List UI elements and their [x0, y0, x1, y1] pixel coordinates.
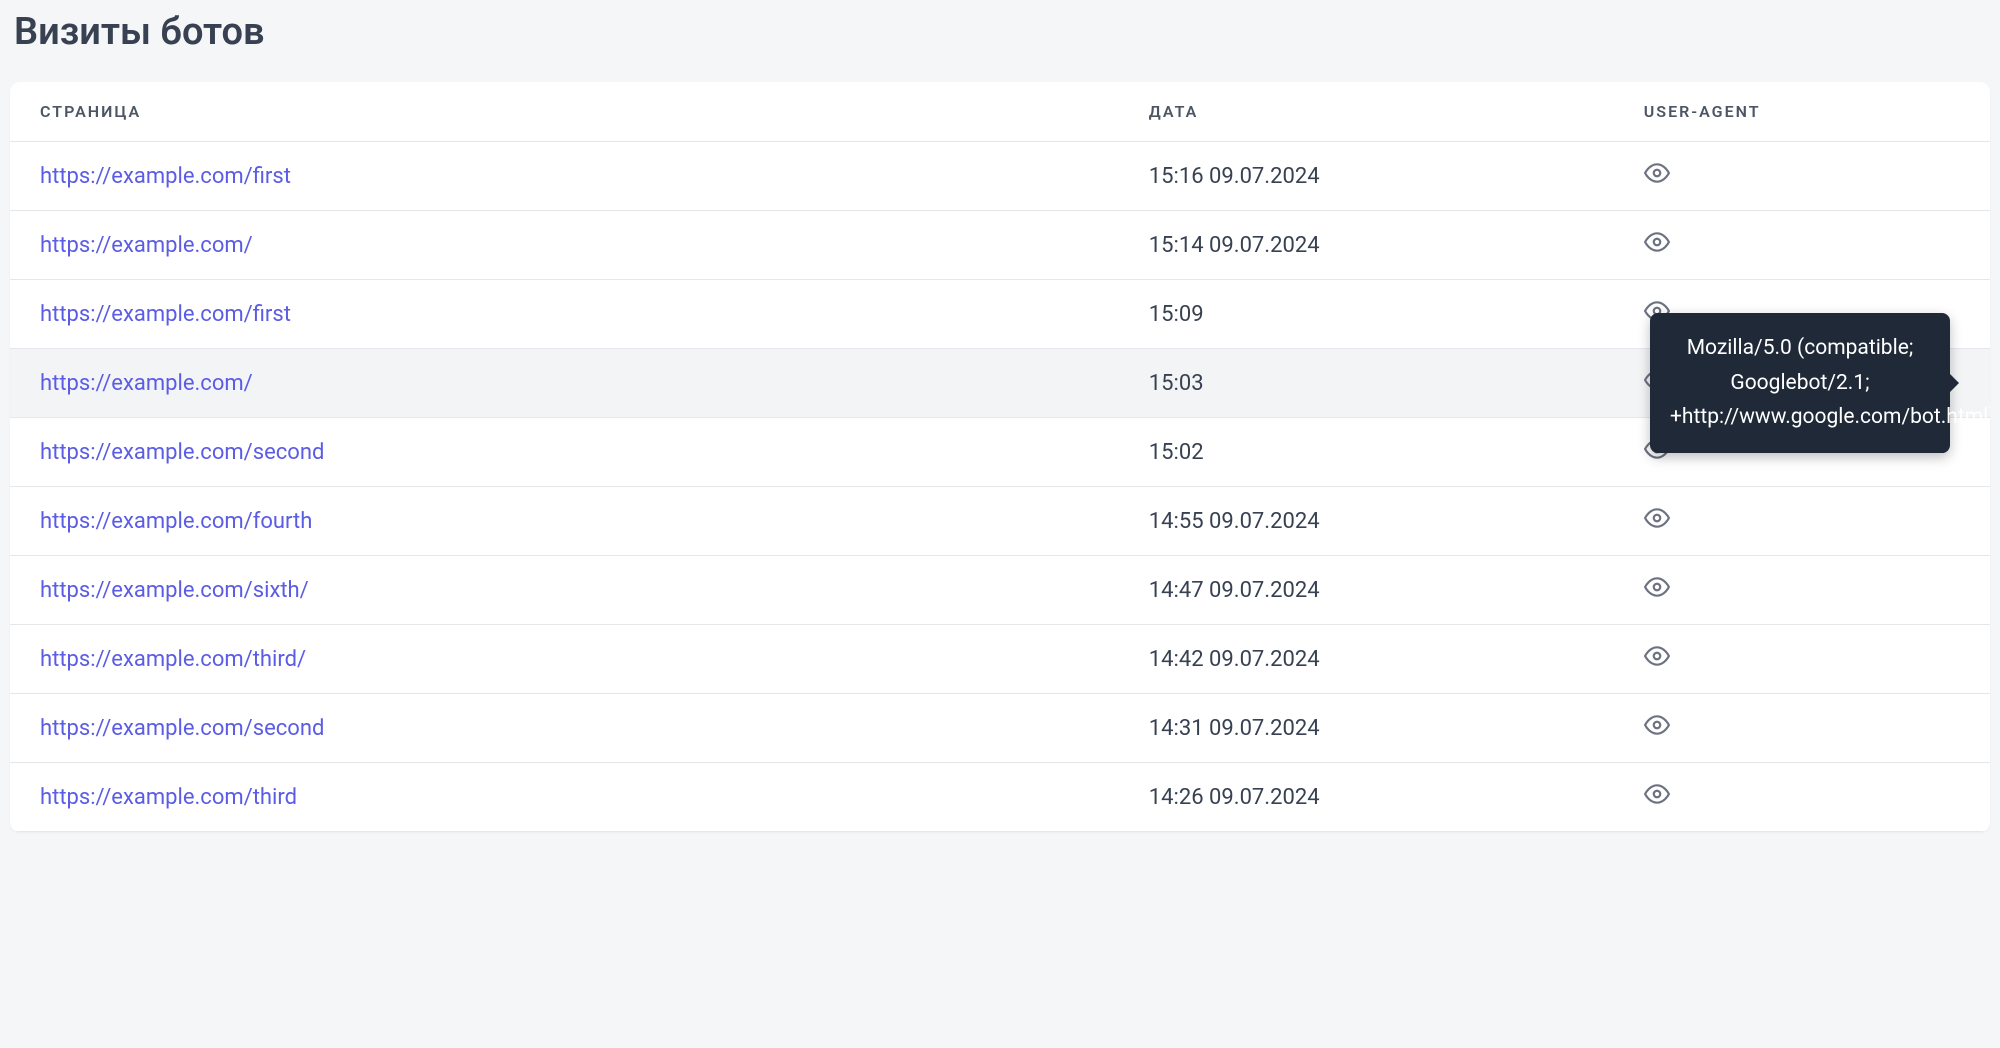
- column-header-user-agent: User-agent: [1614, 82, 1990, 142]
- page-link[interactable]: https://example.com/fourth: [40, 509, 312, 534]
- table-row: https://example.com/15:14 09.07.2024: [10, 211, 1990, 280]
- date-value: 15:09: [1119, 280, 1614, 349]
- table-row: https://example.com/sixth/14:47 09.07.20…: [10, 556, 1990, 625]
- table-row: https://example.com/second 14:31 09.07.20…: [10, 694, 1990, 763]
- eye-icon[interactable]: [1644, 505, 1670, 531]
- eye-icon[interactable]: [1644, 160, 1670, 186]
- user-agent-tooltip: Mozilla/5.0 (compatible; Googlebot/2.1; …: [1650, 313, 1950, 453]
- table-row: https://example.com/15:03Mozilla/5.0 (co…: [10, 349, 1990, 418]
- table-row: https://example.com/fourth 14:55 09.07.20…: [10, 487, 1990, 556]
- table-row: https://example.com/third/14:42 09.07.20…: [10, 625, 1990, 694]
- eye-icon[interactable]: [1644, 229, 1670, 255]
- page-link[interactable]: https://example.com/: [40, 233, 253, 258]
- date-value: 15:14 09.07.2024: [1119, 211, 1614, 280]
- column-header-date: Дата: [1119, 82, 1614, 142]
- date-value: 14:42 09.07.2024: [1119, 625, 1614, 694]
- column-header-page: Страница: [10, 82, 1119, 142]
- eye-icon[interactable]: [1644, 712, 1670, 738]
- date-value: 15:16 09.07.2024: [1119, 142, 1614, 211]
- date-value: 14:47 09.07.2024: [1119, 556, 1614, 625]
- bot-visits-table: Страница Дата User-agent https://example…: [10, 82, 1990, 832]
- table-row: https://example.com/first 15:16 09.07.202…: [10, 142, 1990, 211]
- date-value: 14:31 09.07.2024: [1119, 694, 1614, 763]
- page-link[interactable]: https://example.com/: [40, 371, 253, 396]
- page-link[interactable]: https://example.com/second: [40, 440, 324, 465]
- date-value: 14:26 09.07.2024: [1119, 763, 1614, 832]
- page-link[interactable]: https://example.com/first: [40, 164, 291, 189]
- date-value: 14:55 09.07.2024: [1119, 487, 1614, 556]
- page-link[interactable]: https://example.com/sixth/: [40, 578, 309, 603]
- page-link[interactable]: https://example.com/third/: [40, 647, 306, 672]
- eye-icon[interactable]: [1644, 574, 1670, 600]
- page-link[interactable]: https://example.com/first: [40, 302, 291, 327]
- date-value: 15:02: [1119, 418, 1614, 487]
- page-link[interactable]: https://example.com/third: [40, 785, 297, 810]
- page-link[interactable]: https://example.com/second: [40, 716, 324, 741]
- page-title: Визиты ботов: [10, 10, 1990, 54]
- table-row: https://example.com/third 14:26 09.07.202…: [10, 763, 1990, 832]
- eye-icon[interactable]: [1644, 781, 1670, 807]
- eye-icon[interactable]: [1644, 643, 1670, 669]
- date-value: 15:03: [1119, 349, 1614, 418]
